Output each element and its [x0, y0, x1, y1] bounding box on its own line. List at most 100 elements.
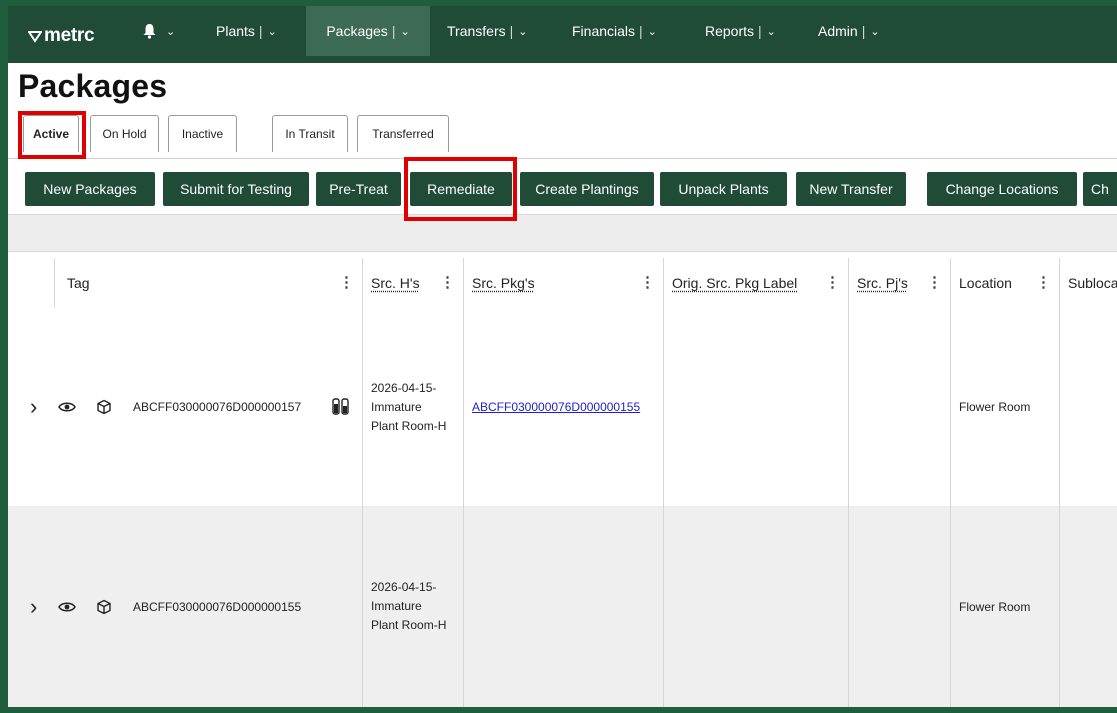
chevron-down-icon: ⌄: [766, 25, 776, 38]
test-tubes-icon[interactable]: [331, 398, 351, 416]
src-harvest-line: Immature: [371, 599, 422, 613]
nav-transfers-label: Transfers: [447, 23, 506, 39]
column-header-src-packages-label: Src. Pkg's: [472, 275, 535, 291]
metrc-logo-icon: [28, 31, 42, 43]
chevron-right-icon[interactable]: ›: [30, 594, 37, 620]
column-menu-icon[interactable]: ⋮: [440, 273, 455, 291]
src-harvest-text: 2026-04-15- Immature Plant Room-H: [371, 379, 446, 436]
grid-toolbar: [8, 214, 1117, 252]
column-menu-icon[interactable]: ⋮: [640, 273, 655, 291]
src-harvest-line: Plant Room-H: [371, 418, 447, 433]
src-harvest-line: Plant Room-H: [371, 618, 447, 632]
notifications-menu[interactable]: ⌄: [142, 6, 175, 56]
chevron-down-icon: ⌄: [870, 25, 880, 38]
create-plantings-button[interactable]: Create Plantings: [520, 172, 654, 206]
sublocation-cell: [1059, 506, 1117, 707]
nav-admin[interactable]: Admin | ⌄: [818, 6, 880, 56]
package-tag: ABCFF030000076D000000157: [133, 400, 302, 414]
orig-src-pkg-cell: [663, 506, 848, 707]
column-header-location[interactable]: Location ⋮: [950, 258, 1059, 308]
nav-financials[interactable]: Financials | ⌄: [572, 6, 657, 56]
chevron-down-icon: ⌄: [267, 25, 277, 38]
column-header-orig-src-pkg-label-label: Orig. Src. Pkg Label: [672, 275, 798, 291]
tab-transferred[interactable]: Transferred: [357, 115, 449, 152]
unpack-plants-button[interactable]: Unpack Plants: [660, 172, 787, 206]
table-row[interactable]: › ABCFF030000076D000000157 2026-04-15- Im…: [8, 308, 1117, 507]
column-header-location-label: Location: [959, 275, 1012, 291]
column-header-src-packages[interactable]: Src. Pkg's ⋮: [463, 258, 663, 308]
orig-src-pkg-cell: [663, 308, 848, 506]
grid-header: Tag ⋮ Src. H's ⋮ Src. Pkg's ⋮ Orig. Src.…: [8, 258, 1117, 309]
column-header-src-harvests-label: Src. H's: [371, 275, 420, 291]
nav-financials-label: Financials: [572, 23, 636, 39]
chevron-down-icon: ⌄: [647, 25, 657, 38]
src-package-cell: ABCFF030000076D000000155: [463, 308, 663, 506]
remediate-button[interactable]: Remediate: [410, 172, 512, 206]
nav-reports[interactable]: Reports | ⌄: [705, 6, 776, 56]
new-packages-button[interactable]: New Packages: [25, 172, 155, 206]
chevron-right-icon[interactable]: ›: [30, 394, 37, 420]
tab-inactive[interactable]: Inactive: [168, 115, 237, 152]
nav-plants-label: Plants: [216, 23, 255, 39]
tab-on-hold-label: On Hold: [102, 127, 147, 141]
tab-in-transit[interactable]: In Transit: [272, 115, 348, 152]
eye-icon[interactable]: [58, 601, 76, 613]
top-nav: metrc ⌄ Plants | ⌄ Packages | ⌄ Transfers | ⌄ …: [8, 6, 1117, 63]
location-text: Flower Room: [959, 400, 1031, 414]
chevron-down-icon: ⌄: [518, 25, 528, 38]
app-window: metrc ⌄ Plants | ⌄ Packages | ⌄ Transfers | ⌄ …: [8, 6, 1117, 707]
sublocation-cell: [1059, 308, 1117, 506]
logo-text: metrc: [44, 25, 95, 46]
column-header-sublocation-label: Subloca: [1068, 275, 1117, 291]
package-tag: ABCFF030000076D000000155: [133, 599, 302, 614]
change-locations-button[interactable]: Change Locations: [927, 172, 1077, 206]
package-icon[interactable]: [96, 599, 112, 615]
pre-treat-button[interactable]: Pre-Treat: [316, 172, 401, 206]
column-header-src-projects-label: Src. Pj's: [857, 275, 908, 291]
tab-on-hold[interactable]: On Hold: [90, 115, 159, 152]
package-icon[interactable]: [96, 399, 112, 415]
tab-active-label: Active: [32, 127, 70, 141]
column-menu-icon[interactable]: ⋮: [1036, 273, 1051, 291]
change-more-button[interactable]: Ch: [1083, 172, 1117, 206]
bell-icon: [143, 24, 156, 39]
submit-for-testing-button[interactable]: Submit for Testing: [163, 172, 309, 206]
table-row[interactable]: › ABCFF030000076D000000155 2026-04-15- Im…: [8, 506, 1117, 707]
column-header-sublocation[interactable]: Subloca: [1059, 258, 1117, 308]
column-header-src-harvests[interactable]: Src. H's ⋮: [362, 258, 463, 308]
chevron-down-icon: ⌄: [400, 25, 410, 38]
new-transfer-button[interactable]: New Transfer: [796, 172, 906, 206]
location-cell: Flower Room: [950, 506, 1059, 707]
column-header-src-projects[interactable]: Src. Pj's ⋮: [848, 258, 950, 308]
eye-icon[interactable]: [58, 401, 76, 413]
tab-inactive-label: Inactive: [181, 127, 224, 141]
tab-active[interactable]: Active: [23, 115, 79, 152]
tab-transferred-label: Transferred: [372, 127, 434, 141]
metrc-logo[interactable]: metrc: [28, 25, 95, 47]
nav-plants[interactable]: Plants | ⌄: [216, 6, 277, 56]
column-header-tag[interactable]: Tag ⋮: [54, 258, 362, 308]
src-projects-cell: [848, 506, 950, 707]
src-harvest-cell: 2026-04-15- Immature Plant Room-H: [362, 308, 463, 506]
column-menu-icon[interactable]: ⋮: [927, 273, 942, 291]
nav-packages[interactable]: Packages | ⌄: [306, 6, 430, 56]
page-title: Packages: [18, 68, 168, 104]
location-cell: Flower Room: [950, 308, 1059, 506]
src-projects-cell: [848, 308, 950, 506]
column-header-orig-src-pkg-label[interactable]: Orig. Src. Pkg Label ⋮: [663, 258, 848, 308]
column-header-tag-label: Tag: [67, 275, 90, 291]
nav-reports-label: Reports: [705, 23, 755, 39]
src-harvest-line: 2026-04-15-: [371, 580, 437, 594]
column-menu-icon[interactable]: ⋮: [339, 273, 354, 291]
tabs-divider: [8, 158, 1117, 159]
tag-cell: › ABCFF030000076D000000155: [8, 506, 362, 707]
chevron-down-icon: ⌄: [166, 25, 176, 38]
src-package-link[interactable]: ABCFF030000076D000000155: [464, 400, 640, 414]
src-package-cell: [463, 506, 663, 707]
src-harvest-text: 2026-04-15- Immature Plant Room-H: [371, 578, 446, 635]
nav-admin-label: Admin: [818, 23, 858, 39]
nav-transfers[interactable]: Transfers | ⌄: [447, 6, 527, 56]
nav-packages-label: Packages: [326, 23, 388, 39]
location-text: Flower Room: [959, 599, 1031, 614]
column-menu-icon[interactable]: ⋮: [825, 273, 840, 291]
